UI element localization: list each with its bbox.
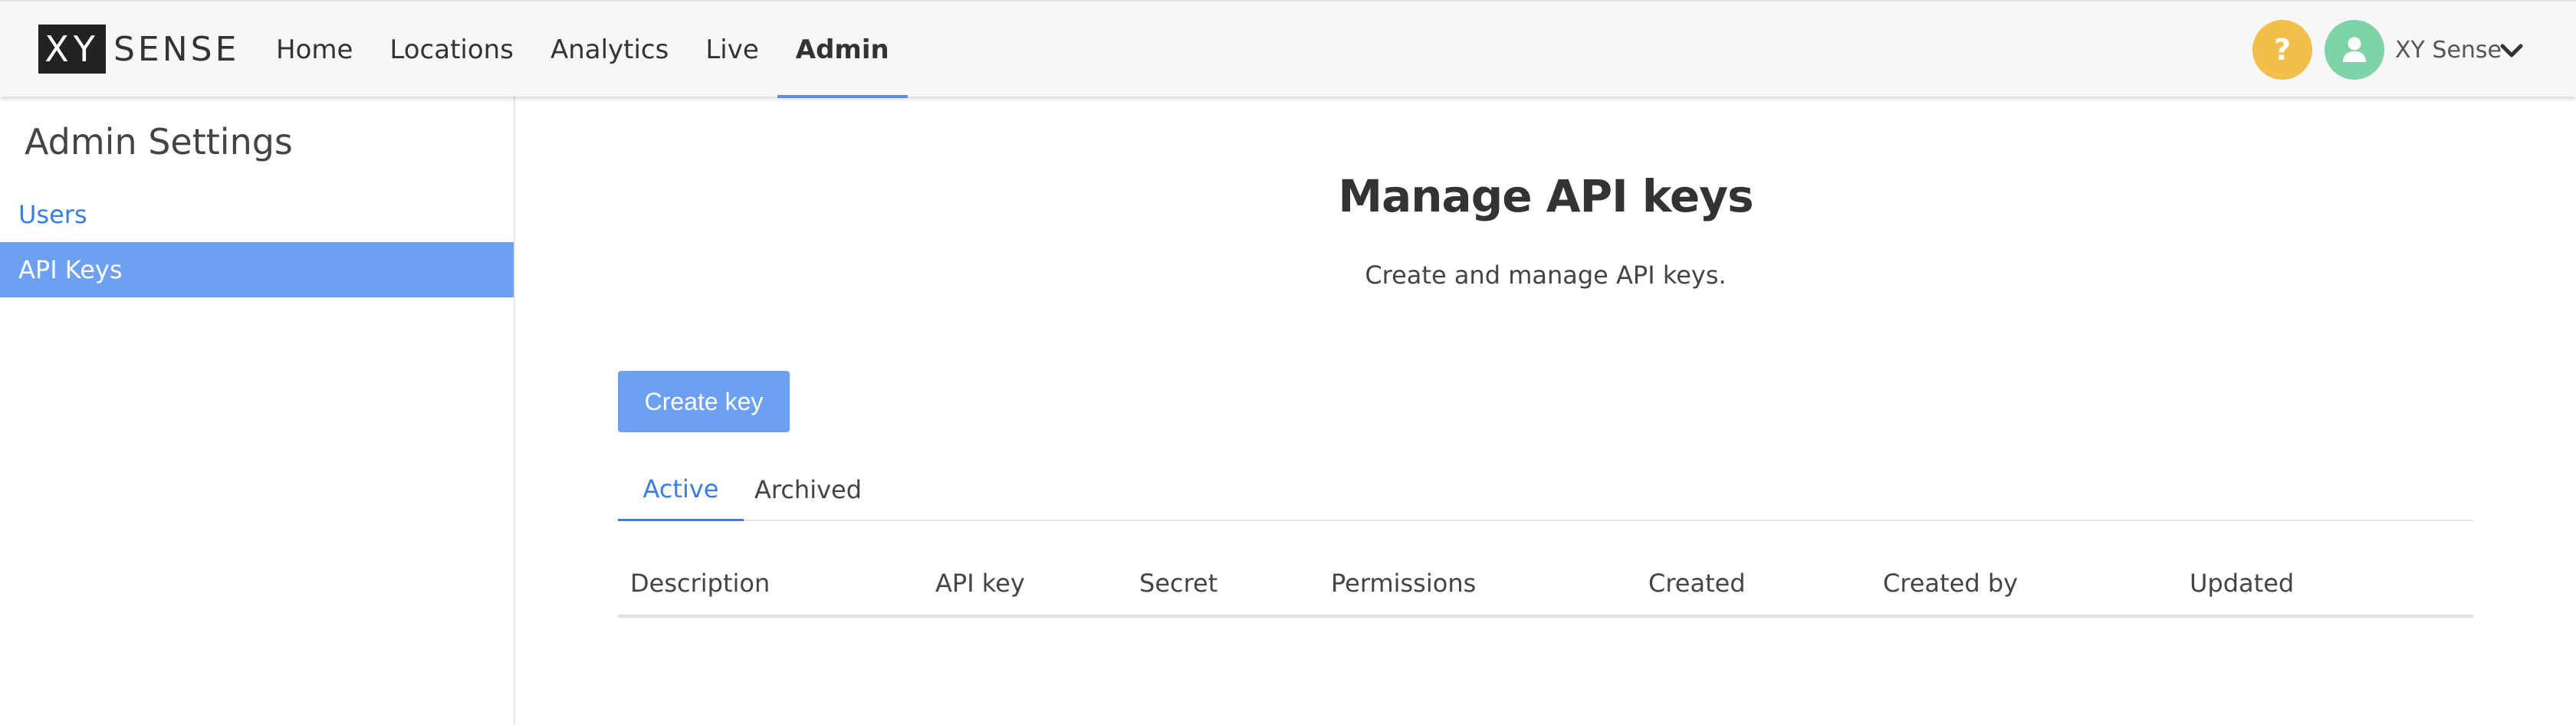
top-navbar: XY SENSE Home Locations Analytics Live A…	[0, 0, 2576, 98]
column-header-permissions[interactable]: Permissions	[1331, 552, 1476, 615]
column-header-updated[interactable]: Updated	[2190, 552, 2294, 615]
main-nav: Home Locations Analytics Live Admin	[258, 2, 908, 98]
help-button[interactable]: ?	[2252, 20, 2312, 80]
sidebar-item-api-keys[interactable]: API Keys	[0, 242, 514, 297]
user-icon	[2343, 37, 2366, 62]
tab-archived[interactable]: Archived	[744, 458, 872, 521]
nav-live[interactable]: Live	[687, 2, 777, 98]
column-header-description[interactable]: Description	[630, 552, 770, 615]
column-header-api-key[interactable]: API key	[935, 552, 1025, 615]
chevron-down-icon[interactable]	[2498, 37, 2525, 64]
api-keys-table: Description API key Secret Permissions C…	[618, 552, 2473, 618]
main-content: Manage API keys Create and manage API ke…	[515, 97, 2576, 725]
xysense-logo[interactable]: XY SENSE	[38, 25, 239, 74]
page-subtitle: Create and manage API keys.	[1365, 261, 1727, 290]
logo-box: XY	[38, 25, 106, 74]
column-header-created-by[interactable]: Created by	[1883, 552, 2018, 615]
question-icon: ?	[2273, 33, 2292, 67]
admin-sidebar: Admin Settings Users API Keys	[0, 97, 515, 725]
sidebar-title: Admin Settings	[25, 121, 293, 162]
avatar[interactable]	[2325, 20, 2384, 80]
nav-home[interactable]: Home	[258, 2, 371, 98]
nav-admin[interactable]: Admin	[777, 2, 908, 98]
column-header-created[interactable]: Created	[1648, 552, 1746, 615]
sidebar-item-users[interactable]: Users	[0, 187, 514, 242]
create-key-button[interactable]: Create key	[618, 371, 790, 432]
column-header-secret[interactable]: Secret	[1139, 552, 1217, 615]
page-title: Manage API keys	[1338, 170, 1753, 222]
key-status-tabs: Active Archived	[618, 458, 2473, 521]
logo-wordmark: SENSE	[113, 29, 240, 69]
nav-locations[interactable]: Locations	[371, 2, 532, 98]
user-name[interactable]: XY Sense	[2395, 2, 2502, 98]
nav-analytics[interactable]: Analytics	[532, 2, 687, 98]
tab-active[interactable]: Active	[618, 458, 744, 521]
